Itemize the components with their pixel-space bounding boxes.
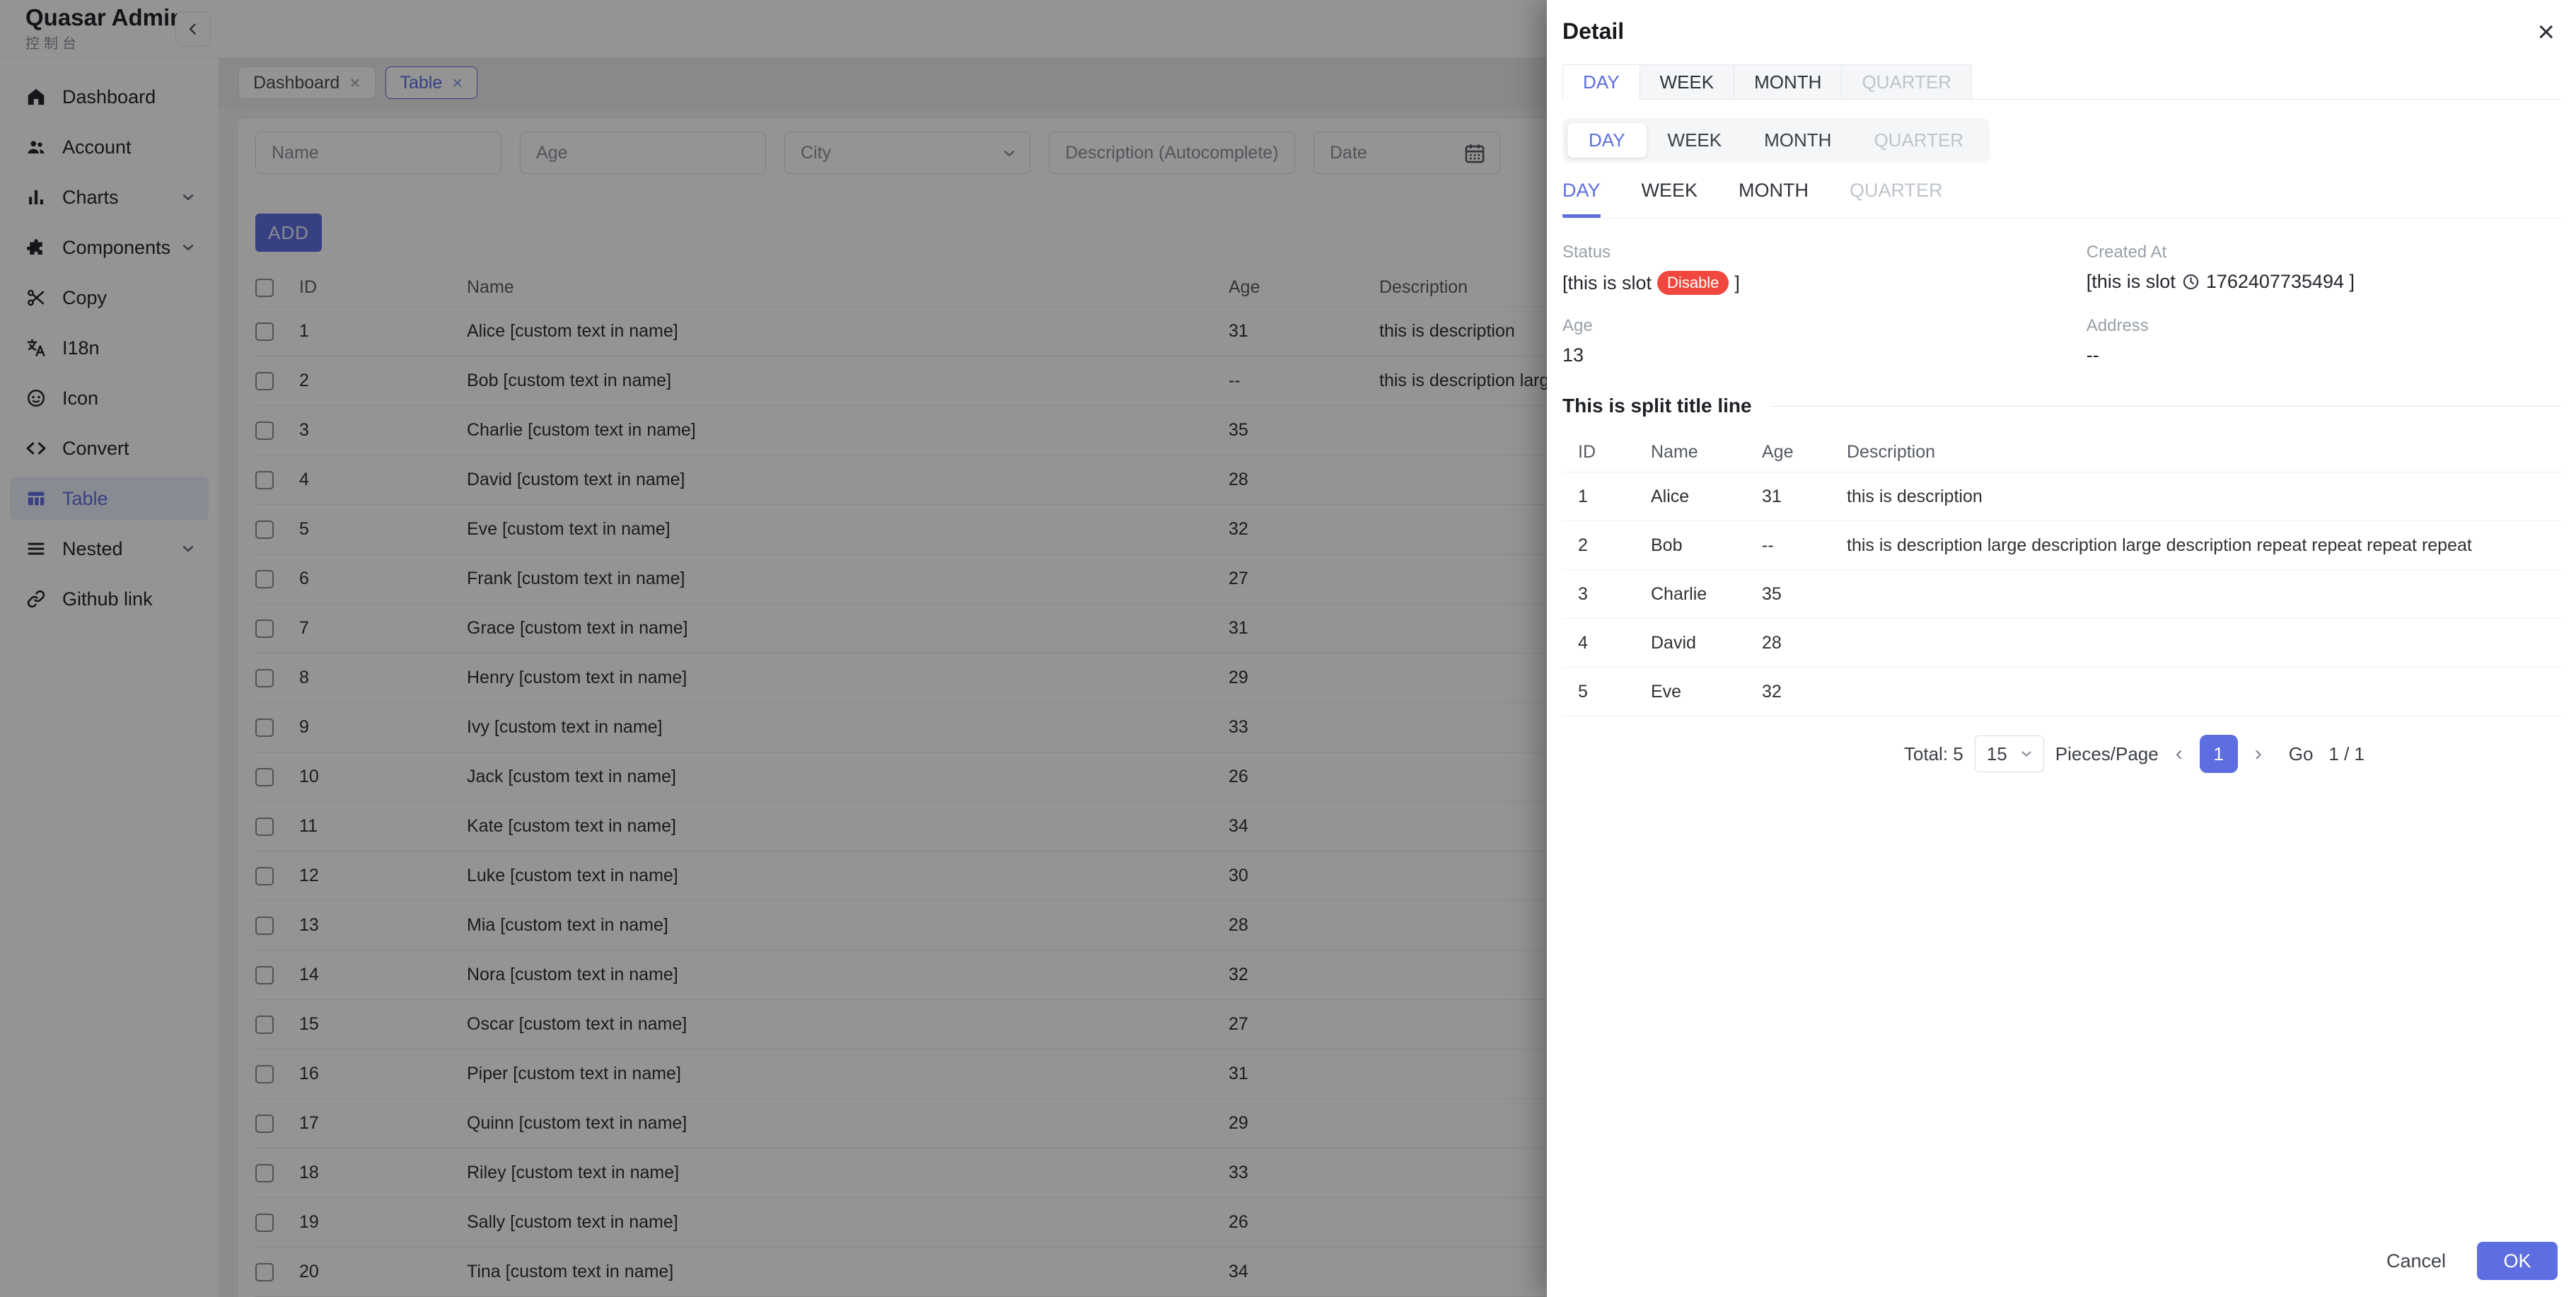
cell-id: 4: [1578, 632, 1588, 653]
next-page-button[interactable]: ›: [2249, 742, 2268, 766]
pagination-total: Total: 5: [1903, 743, 1963, 764]
cancel-button[interactable]: Cancel: [2386, 1250, 2446, 1272]
close-icon[interactable]: ×: [2537, 17, 2555, 47]
field-label: Address: [2086, 316, 2149, 335]
chevron-down-icon: [2021, 751, 2031, 757]
tab-day[interactable]: DAY: [1562, 64, 1640, 100]
tab-quarter: QUARTER: [1841, 64, 1973, 100]
drawer-table-row: 2 Bob -- this is description large descript…: [1562, 521, 2560, 570]
cell-age: 28: [1762, 632, 1782, 653]
pagination-unit-label: Pieces/Page: [2055, 743, 2159, 764]
detail-drawer: Detail × DAY WEEK MONTH QUARTER DAY WEEK MONTH…: [1547, 0, 2576, 1297]
ok-button[interactable]: OK: [2477, 1242, 2558, 1280]
field-created-at: Created At [this is slot 1762407735494 ]: [2087, 243, 2560, 295]
field-value: [this is slot Disable]: [1562, 271, 2087, 295]
drawer-footer: Cancel OK: [1547, 1225, 2576, 1297]
field-label: Created At: [2086, 243, 2167, 262]
drawer-table-header: ID Name Age Description: [1562, 433, 2560, 472]
field-address: Address --: [2087, 316, 2560, 366]
page-indicator: 1 / 1: [2328, 743, 2365, 764]
cell-description: this is description large description la…: [1847, 535, 2472, 555]
cell-name: Eve: [1651, 681, 1682, 702]
field-label: Age: [1562, 316, 1593, 335]
tab-group-line: DAY WEEK MONTH QUARTER: [1562, 180, 2560, 219]
section-title: This is split title line: [1562, 395, 1752, 417]
cell-age: 31: [1762, 486, 1782, 506]
tab-quarter: QUARTER: [1874, 129, 1964, 151]
cell-age: --: [1762, 535, 1774, 555]
tab-week[interactable]: WEEK: [1639, 64, 1735, 100]
chevron-down-icon: [2018, 745, 2035, 762]
cell-name: Charlie: [1651, 583, 1707, 604]
page-size-select[interactable]: 15: [1974, 735, 2044, 772]
go-button[interactable]: Go: [2289, 743, 2314, 765]
drawer-table-row: 3 Charlie 35: [1562, 570, 2560, 619]
field-value: 13: [1562, 344, 1584, 366]
tab-group-segment: DAY WEEK MONTH QUARTER: [1562, 118, 1990, 163]
divider-line: [1770, 405, 2560, 407]
section-divider: This is split title line: [1562, 395, 2560, 417]
drawer-table-row: 5 Eve 32: [1562, 668, 2560, 716]
tab-day[interactable]: DAY: [1562, 180, 1601, 218]
tab-day[interactable]: DAY: [1567, 123, 1647, 158]
status-badge: Disable: [1657, 271, 1729, 295]
page-size-value: 15: [1986, 743, 2007, 764]
cell-id: 3: [1578, 583, 1588, 604]
prev-page-button[interactable]: ‹: [2170, 742, 2188, 766]
app-root: Quasar Admin 控制台 Dashboard Account Charts C…: [0, 0, 2576, 1297]
cell-age: 35: [1762, 583, 1782, 604]
cell-id: 2: [1578, 535, 1588, 555]
drawer-title: Detail: [1562, 18, 1625, 44]
tab-month[interactable]: MONTH: [1734, 64, 1843, 100]
tab-week[interactable]: WEEK: [1642, 180, 1698, 218]
cell-name: Bob: [1651, 535, 1683, 555]
cell-id: 5: [1578, 681, 1588, 702]
active-page-button[interactable]: 1: [2199, 735, 2238, 773]
cell-id: 1: [1578, 486, 1588, 506]
drawer-tab-groups: DAY WEEK MONTH QUARTER DAY WEEK MONTH QUARTER DA…: [1562, 64, 2560, 219]
tab-group-card: DAY WEEK MONTH QUARTER: [1562, 64, 2560, 100]
cell-name: David: [1651, 632, 1696, 653]
detail-fields: Status [this is slot Disable] Created At [th…: [1562, 243, 2560, 366]
tab-quarter: QUARTER: [1850, 180, 1943, 201]
clock-icon: [2183, 274, 2198, 290]
drawer-table-row: 4 David 28: [1562, 619, 2560, 668]
cell-age: 32: [1762, 681, 1782, 702]
tab-month[interactable]: MONTH: [1739, 180, 1809, 218]
field-age: Age 13: [1562, 316, 2087, 366]
field-status: Status [this is slot Disable]: [1562, 243, 2087, 295]
field-value: [this is slot 1762407735494 ]: [2086, 271, 2355, 292]
drawer-table: ID Name Age Description 1 Alice 31 this is desc…: [1562, 433, 2560, 716]
cell-name: Alice: [1651, 486, 1690, 506]
tab-month[interactable]: MONTH: [1743, 123, 1852, 158]
field-label: Status: [1562, 243, 1611, 262]
pagination: Total: 5 15 Pieces/Page ‹ 1 › Go 1 / 1: [1562, 735, 2365, 773]
drawer-table-row: 1 Alice 31 this is description: [1562, 472, 2560, 521]
cell-description: this is description: [1847, 486, 1983, 506]
tab-week[interactable]: WEEK: [1647, 123, 1744, 158]
field-value: --: [2086, 344, 2099, 366]
